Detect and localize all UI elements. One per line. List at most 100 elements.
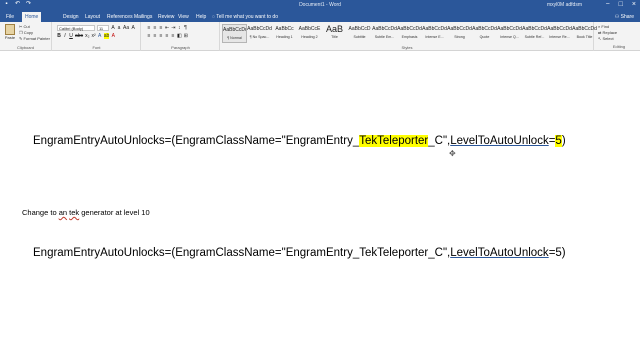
sort-icon[interactable]: ↕ xyxy=(177,25,181,31)
style-item[interactable]: AaBbCcDd Intense Re... xyxy=(547,24,572,43)
doc-note-line[interactable]: Change to an tek generator at level 10 xyxy=(22,208,150,217)
style-name: Intense E... xyxy=(425,35,444,39)
style-preview: AaBbCcD xyxy=(348,26,371,32)
style-preview: AaBbCcDd xyxy=(372,26,397,32)
maximize-button[interactable]: □ xyxy=(619,0,623,10)
justify-icon[interactable]: ≡ xyxy=(165,33,169,39)
style-preview: AaBbCcE xyxy=(298,26,321,32)
select-button[interactable]: ↖ Select xyxy=(598,36,617,42)
paragraph-row-1: ≡ ≡ ≡ ⇤ ⇥ ↕ ¶ xyxy=(147,25,187,31)
increase-indent-icon[interactable]: ⇥ xyxy=(171,25,175,31)
shading-icon[interactable]: ◧ xyxy=(177,33,182,39)
style-item[interactable]: AaBbCcDd Quote xyxy=(472,24,497,43)
share-button[interactable]: ⚇ Share xyxy=(615,12,634,22)
bold-button[interactable]: B xyxy=(57,33,61,39)
style-name: Intense Re... xyxy=(549,35,570,39)
share-label: Share xyxy=(620,14,634,20)
style-name: Quote xyxy=(479,35,490,39)
clear-formatting-icon[interactable]: A xyxy=(131,25,135,31)
style-item[interactable]: AaBbCcDd Book Title xyxy=(572,24,597,43)
tab-mailings[interactable]: Mailings xyxy=(131,12,155,22)
borders-icon[interactable]: ⊞ xyxy=(184,33,188,39)
style-item[interactable]: AaBbCcDd Intense Q... xyxy=(497,24,522,43)
font-format-row: B I U abc x₂ x² A ab A xyxy=(57,33,115,39)
style-item[interactable]: AaB Title xyxy=(322,24,347,43)
align-right-icon[interactable]: ≡ xyxy=(159,33,163,39)
line1-highlighted-text: TekTeleporter xyxy=(359,135,429,147)
style-name: Strong xyxy=(454,35,465,39)
style-preview: AaBbCcDd xyxy=(397,26,422,32)
paste-label: Paste xyxy=(4,35,16,40)
line-spacing-icon[interactable]: ≡ xyxy=(171,33,175,39)
style-item[interactable]: AaBbCcDd ¶ Normal xyxy=(222,24,247,43)
style-item[interactable]: AaBbCc Heading 1 xyxy=(272,24,297,43)
font-color-button[interactable]: A xyxy=(111,33,115,39)
style-item[interactable]: AaBbCcDd Strong xyxy=(447,24,472,43)
minimize-button[interactable]: − xyxy=(606,0,610,10)
style-item[interactable]: AaBbCcE Heading 2 xyxy=(297,24,322,43)
doc-line-2[interactable]: EngramEntryAutoUnlocks=(EngramClassName=… xyxy=(33,247,566,259)
font-group-label: Font xyxy=(92,45,101,50)
style-item[interactable]: AaBbCcDd ¶ No Spac... xyxy=(247,24,272,43)
user-name[interactable]: mxyl0M adfdsm xyxy=(547,1,582,9)
underline-button[interactable]: U xyxy=(69,33,73,39)
tab-layout[interactable]: Layout xyxy=(82,12,103,22)
font-family-select[interactable]: Calibri (Body) xyxy=(57,25,95,31)
align-center-icon[interactable]: ≡ xyxy=(153,33,157,39)
style-name: Subtle Ref... xyxy=(524,35,545,39)
close-button[interactable]: × xyxy=(632,0,636,10)
italic-button[interactable]: I xyxy=(63,33,67,39)
font-size-select[interactable]: 11 xyxy=(97,25,109,31)
align-left-icon[interactable]: ≡ xyxy=(147,33,151,39)
style-item[interactable]: AaBbCcD Subtitle xyxy=(347,24,372,43)
style-name: Heading 1 xyxy=(276,35,293,39)
style-item[interactable]: AaBbCcDd Intense E... xyxy=(422,24,447,43)
tab-help[interactable]: Help xyxy=(193,12,209,22)
editing-group: ⌕ Find ⇄ Replace ↖ Select xyxy=(598,24,617,42)
tab-design[interactable]: Design xyxy=(60,12,82,22)
tab-home[interactable]: Home xyxy=(22,12,42,22)
paste-button[interactable]: Paste xyxy=(3,24,17,42)
shrink-font-icon[interactable]: a xyxy=(117,25,121,31)
editing-group-label: Editing xyxy=(612,44,626,49)
tab-file[interactable]: File xyxy=(3,12,17,22)
style-preview: AaBbCcDd xyxy=(522,26,547,32)
copy-label: Copy xyxy=(23,30,34,35)
grow-font-icon[interactable]: A xyxy=(111,25,115,31)
line1-middle: _C", xyxy=(428,135,451,147)
change-case-icon[interactable]: Aa xyxy=(123,25,129,31)
style-preview: AaBbCcDd xyxy=(497,26,522,32)
paragraph-row-2: ≡ ≡ ≡ ≡ ≡ ◧ ⊞ xyxy=(147,33,188,39)
tab-view[interactable]: View xyxy=(175,12,192,22)
multilevel-list-icon[interactable]: ≡ xyxy=(159,25,163,31)
paragraph-group: ≡ ≡ ≡ ⇤ ⇥ ↕ ¶ ≡ ≡ ≡ ≡ ≡ ◧ ⊞ Paragraph xyxy=(142,22,220,51)
bullets-icon[interactable]: ≡ xyxy=(147,25,151,31)
style-item[interactable]: AaBbCcDd Emphasis xyxy=(397,24,422,43)
cut-label: Cut xyxy=(23,24,30,29)
style-name: ¶ Normal xyxy=(227,36,242,40)
show-marks-icon[interactable]: ¶ xyxy=(183,25,187,31)
style-item[interactable]: AaBbCcDd Subtle Ref... xyxy=(522,24,547,43)
subscript-button[interactable]: x₂ xyxy=(85,33,89,39)
strikethrough-button[interactable]: abc xyxy=(75,33,83,39)
note-post: generator at level 10 xyxy=(79,208,150,217)
superscript-button[interactable]: x² xyxy=(92,33,96,39)
style-item[interactable]: AaBbCcDd Subtle Em... xyxy=(372,24,397,43)
highlight-color-button[interactable]: ab xyxy=(103,33,110,39)
style-name: Title xyxy=(331,35,338,39)
numbering-icon[interactable]: ≡ xyxy=(153,25,157,31)
ribbon-tabs: File Home Design Layout References Maili… xyxy=(0,11,640,22)
text-effects-button[interactable]: A xyxy=(98,33,102,39)
line2-prefix: EngramEntryAutoUnlocks=(EngramClassName=… xyxy=(33,247,451,259)
clipboard-group-label: Clipboard xyxy=(16,45,35,50)
format-painter-button[interactable]: ✎ Format Painter xyxy=(19,36,50,42)
style-preview: AaBbCcDd xyxy=(572,26,597,32)
ribbon: Paste ✂ Cut ❐ Copy ✎ Format Painter Clip… xyxy=(0,22,640,51)
style-name: Subtitle xyxy=(353,35,366,39)
tell-me-label: Tell me what you want to do xyxy=(216,14,278,20)
tell-me-search[interactable]: ◌ Tell me what you want to do xyxy=(212,12,278,22)
font-grow-shrink: A a Aa A xyxy=(111,25,135,31)
doc-line-1[interactable]: EngramEntryAutoUnlocks=(EngramClassName=… xyxy=(33,135,566,147)
note-pre: Change to xyxy=(22,208,59,217)
decrease-indent-icon[interactable]: ⇤ xyxy=(165,25,169,31)
